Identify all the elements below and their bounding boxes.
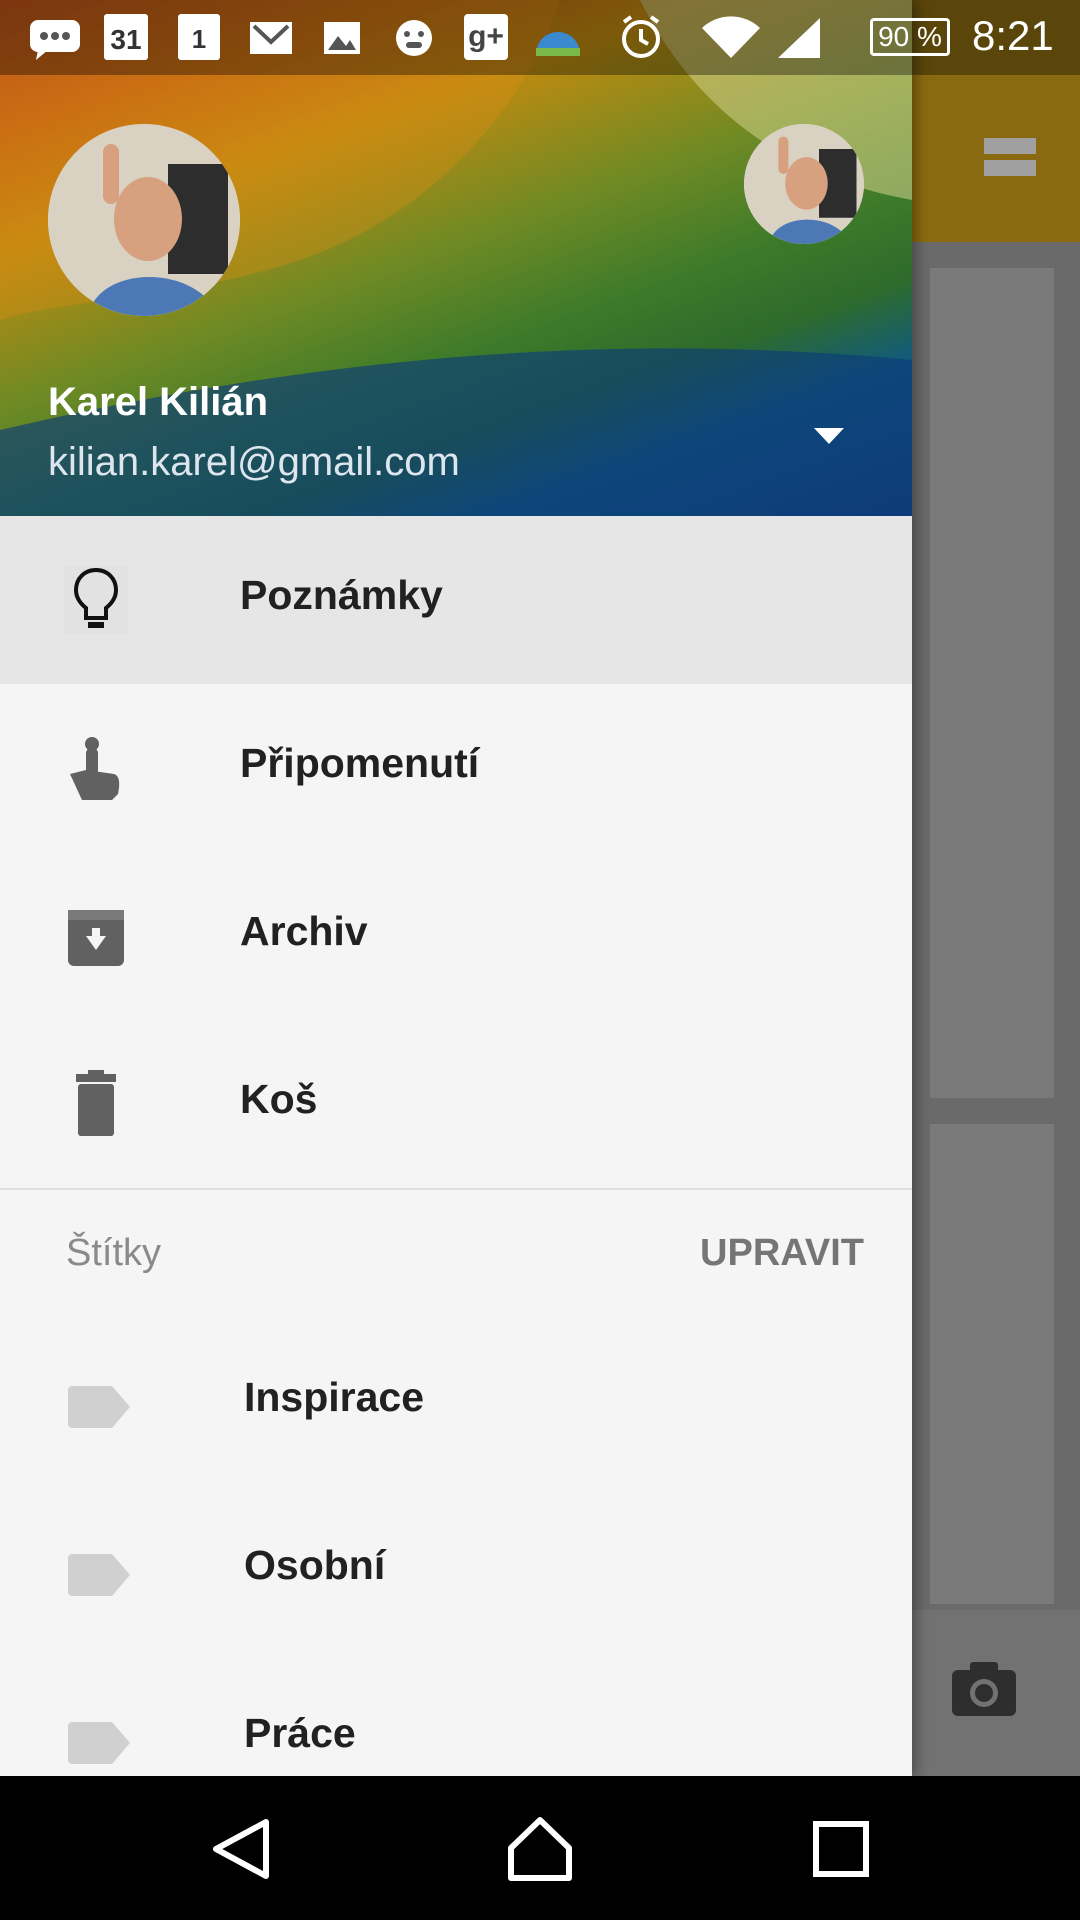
lightbulb-icon <box>64 566 128 634</box>
reminder-finger-icon <box>70 737 120 800</box>
account-avatar[interactable] <box>48 124 240 316</box>
clock: 8:21 <box>972 12 1054 59</box>
label-item-label: Osobní <box>244 1542 386 1588</box>
nav-item-label: Připomenutí <box>240 740 480 786</box>
archive-icon <box>68 910 124 966</box>
battery-percent: 90 % <box>878 21 942 52</box>
calendar-icon: 1 <box>178 14 220 60</box>
label-icon <box>68 1554 130 1596</box>
calendar-day: 1 <box>191 24 207 54</box>
calendar-icon: 31 <box>104 14 148 60</box>
calendar-day: 31 <box>110 24 142 55</box>
background-note-card <box>930 268 1054 1098</box>
background-note-card <box>930 1124 1054 1604</box>
battery-icon: 90 % <box>870 18 950 56</box>
avatar-photo <box>48 124 240 316</box>
recents-button[interactable] <box>806 1814 876 1884</box>
label-item-prace[interactable]: Práce <box>0 1654 912 1776</box>
label-icon <box>68 1722 130 1764</box>
label-item-osobni[interactable]: Osobní <box>0 1486 912 1654</box>
gallery-icon <box>324 22 360 54</box>
labels-heading: Štítky <box>66 1232 162 1274</box>
account-email: kilian.karel@gmail.com <box>48 440 460 484</box>
app-icon <box>396 20 432 56</box>
home-button[interactable] <box>505 1814 575 1884</box>
navigation-drawer: Karel Kilián kilian.karel@gmail.com Pozn… <box>0 0 912 1776</box>
back-button[interactable] <box>206 1814 276 1884</box>
label-icon <box>68 1386 130 1428</box>
label-item-label: Práce <box>244 1710 356 1756</box>
weather-icon <box>536 32 580 56</box>
google-plus-icon: g+ <box>464 14 508 60</box>
chat-bubble-icon <box>30 20 80 60</box>
nav-item-label: Koš <box>240 1076 318 1122</box>
account-name: Karel Kilián <box>48 380 269 424</box>
label-item-inspirace[interactable]: Inspirace <box>0 1318 912 1486</box>
avatar-photo <box>744 124 864 244</box>
trash-icon <box>76 1070 116 1136</box>
divider <box>0 1188 912 1190</box>
nav-item-reminders[interactable]: Připomenutí <box>0 684 912 852</box>
wifi-icon <box>702 16 760 58</box>
gmail-icon <box>250 22 292 54</box>
nav-item-notes[interactable]: Poznámky <box>0 516 912 684</box>
alarm-icon <box>622 15 660 58</box>
camera-icon <box>952 1662 1016 1716</box>
label-item-label: Inspirace <box>244 1374 425 1420</box>
system-navigation-bar <box>0 1776 1080 1920</box>
edit-labels-button[interactable]: UPRAVIT <box>700 1232 864 1275</box>
signal-icon <box>778 18 820 58</box>
nav-item-archive[interactable]: Archiv <box>0 852 912 1020</box>
status-bar: 31 1 g+ 90 % 8:21 <box>0 0 1080 75</box>
nav-item-label: Archiv <box>240 908 368 954</box>
secondary-account-avatar[interactable] <box>744 124 864 244</box>
nav-item-label: Poznámky <box>240 572 443 618</box>
account-header[interactable]: Karel Kilián kilian.karel@gmail.com <box>0 0 912 516</box>
nav-item-trash[interactable]: Koš <box>0 1020 912 1188</box>
view-toggle-icon <box>984 138 1036 178</box>
chevron-down-icon[interactable] <box>814 426 844 446</box>
